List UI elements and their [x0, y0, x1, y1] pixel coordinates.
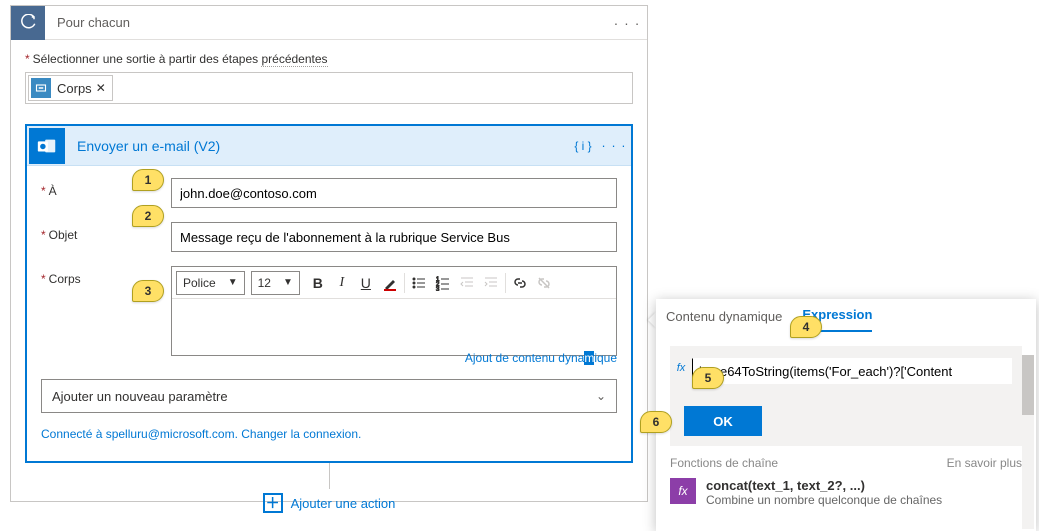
connector-line: [329, 463, 330, 489]
service-bus-icon: [31, 78, 51, 98]
email-header: Envoyer un e-mail (V2) { i } · · ·: [27, 126, 631, 166]
link-button[interactable]: [508, 271, 532, 295]
peek-code-button[interactable]: { i }: [569, 139, 597, 153]
separator-icon: [505, 273, 506, 293]
token-remove-icon[interactable]: ✕: [96, 81, 106, 95]
font-select[interactable]: Police▼: [176, 271, 245, 295]
add-parameter-select[interactable]: Ajouter un nouveau paramètre ⌄: [41, 379, 617, 413]
svg-text:3: 3: [436, 287, 440, 291]
callout-1: 1: [132, 169, 164, 191]
foreach-container: Pour chacun · · · *Sélectionner une sort…: [10, 5, 648, 502]
plus-icon: ＋: [263, 493, 283, 513]
learn-more-link[interactable]: En savoir plus: [947, 456, 1022, 470]
select-output-input[interactable]: Corps ✕: [25, 72, 633, 104]
callout-5: 5: [692, 367, 724, 389]
outlook-icon: [29, 128, 65, 164]
callout-6: 6: [640, 411, 672, 433]
foreach-title: Pour chacun: [45, 15, 607, 30]
fx-func-icon: fx: [670, 478, 696, 504]
function-concat[interactable]: fx concat(text_1, text_2?, ...) Combine …: [670, 478, 1022, 507]
outdent-button[interactable]: [455, 271, 479, 295]
body-textarea[interactable]: [172, 299, 616, 355]
callout-3: 3: [132, 280, 164, 302]
flyout-beak-icon: [648, 312, 656, 328]
expression-ok-button[interactable]: OK: [684, 406, 762, 436]
numbered-button[interactable]: 123: [431, 271, 455, 295]
body-rte: Police▼ 12▼ B I U: [171, 266, 617, 356]
scrollbar-thumb[interactable]: [1022, 355, 1034, 415]
fx-icon: fx: [674, 362, 688, 374]
tab-dynamic-content[interactable]: Contenu dynamique: [666, 309, 782, 332]
email-form: *À *Objet *Corps: [27, 166, 631, 461]
callout-2: 2: [132, 205, 164, 227]
token-corps[interactable]: Corps ✕: [28, 75, 113, 101]
add-dynamic-content-link[interactable]: Ajout de contenu dynamique: [465, 351, 617, 365]
bullets-button[interactable]: [407, 271, 431, 295]
email-title: Envoyer un e-mail (V2): [65, 138, 569, 154]
email-more-button[interactable]: · · ·: [597, 138, 631, 153]
expression-panel: Contenu dynamique Expression fx OK Fonct…: [656, 299, 1036, 531]
foreach-header: Pour chacun · · ·: [11, 6, 647, 40]
chevron-down-icon: ⌄: [596, 389, 606, 403]
function-description: Combine un nombre quelconque de chaînes: [706, 493, 942, 507]
expression-tabs: Contenu dynamique Expression: [656, 299, 1036, 332]
subject-input[interactable]: [171, 222, 617, 252]
rte-toolbar: Police▼ 12▼ B I U: [172, 267, 616, 299]
token-label: Corps: [57, 81, 92, 96]
loop-icon: [11, 6, 45, 40]
expression-input[interactable]: [692, 358, 1012, 384]
email-card: Envoyer un e-mail (V2) { i } · · · *À *O…: [25, 124, 633, 463]
bold-button[interactable]: B: [306, 271, 330, 295]
italic-button[interactable]: I: [330, 271, 354, 295]
connection-info-link[interactable]: Connecté à spelluru@microsoft.com. Chang…: [41, 427, 617, 441]
string-functions-heading: Fonctions de chaîne: [670, 456, 778, 470]
to-input[interactable]: [171, 178, 617, 208]
separator-icon: [404, 273, 405, 293]
color-button[interactable]: [378, 271, 402, 295]
unlink-button[interactable]: [532, 271, 556, 295]
foreach-body: *Sélectionner une sortie à partir des ét…: [11, 40, 647, 521]
underline-button[interactable]: U: [354, 271, 378, 295]
function-signature: concat(text_1, text_2?, ...): [706, 478, 942, 493]
foreach-more-button[interactable]: · · ·: [607, 15, 647, 31]
size-select[interactable]: 12▼: [251, 271, 300, 295]
add-action-button[interactable]: ＋ Ajouter une action: [263, 493, 396, 513]
callout-4: 4: [790, 316, 822, 338]
select-output-label: *Sélectionner une sortie à partir des ét…: [25, 52, 633, 66]
indent-button[interactable]: [479, 271, 503, 295]
